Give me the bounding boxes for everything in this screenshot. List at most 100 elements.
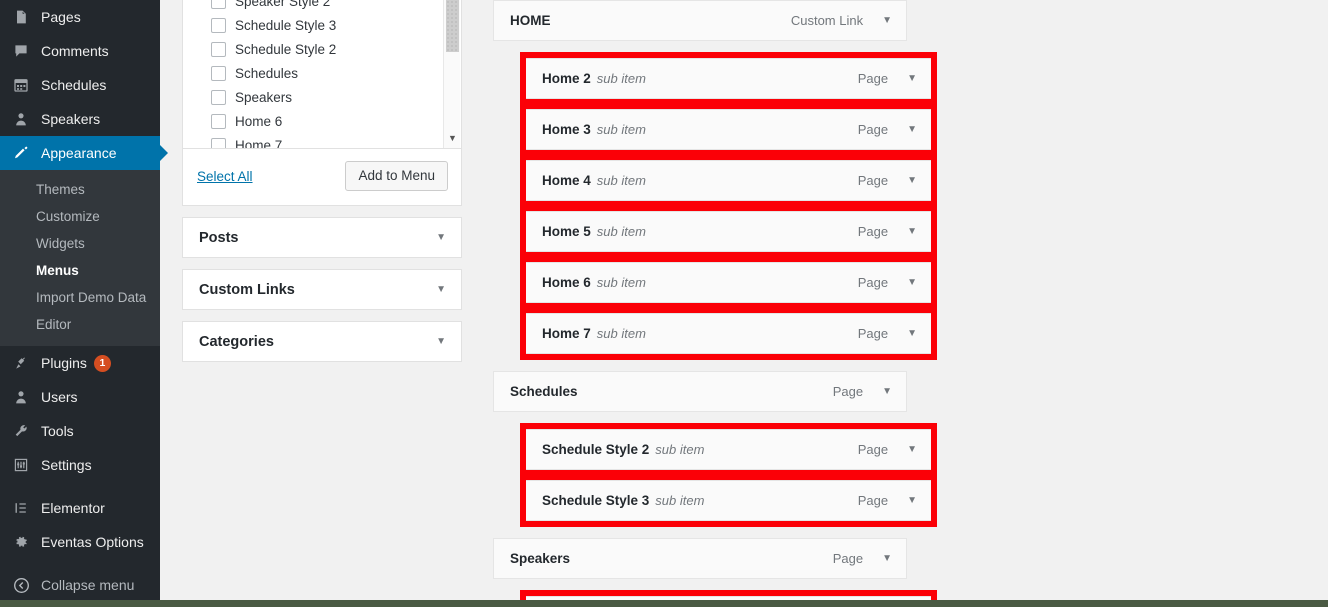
checkbox-label: Schedules — [235, 66, 298, 81]
chevron-down-icon[interactable]: ▼ — [907, 444, 917, 455]
page-checkbox-row[interactable]: Home 6 — [183, 109, 461, 133]
checkbox[interactable] — [211, 18, 226, 33]
menu-group: SpeakersPage▼Speaker Style 2sub itemPage… — [493, 538, 1053, 607]
scroll-down-arrow-icon[interactable]: ▼ — [444, 134, 461, 143]
chevron-down-icon[interactable]: ▼ — [882, 553, 892, 564]
chevron-down-icon[interactable]: ▼ — [907, 124, 917, 135]
sidebar-item-users[interactable]: Users — [0, 380, 160, 414]
chevron-down-icon[interactable]: ▼ — [907, 495, 917, 506]
sidebar-item-elementor[interactable]: Elementor — [0, 491, 160, 525]
menu-item-meta: Page▼ — [858, 442, 917, 457]
gear-icon — [10, 532, 32, 552]
sidebar-item-pages[interactable]: Pages — [0, 0, 160, 34]
sidebar-subitem-customize[interactable]: Customize — [0, 203, 160, 230]
page-checkbox-row[interactable]: Speaker Style 2 — [183, 0, 461, 13]
menu-item-child[interactable]: Home 7sub itemPage▼ — [526, 313, 931, 354]
sidebar-item-comments[interactable]: Comments — [0, 34, 160, 68]
menu-item-parent[interactable]: SchedulesPage▼ — [493, 371, 907, 412]
menu-item-child[interactable]: Home 2sub itemPage▼ — [526, 58, 931, 99]
checkbox[interactable] — [211, 0, 226, 9]
menu-item-name: Home 2 — [542, 71, 591, 86]
list-scrollbar[interactable]: ▼ — [443, 0, 460, 149]
chevron-down-icon[interactable]: ▼ — [436, 336, 446, 347]
chevron-down-icon[interactable]: ▼ — [436, 232, 446, 243]
page-checkbox-list[interactable]: Speaker Style 2 Schedule Style 3 Schedule … — [183, 0, 461, 149]
checkbox[interactable] — [211, 114, 226, 129]
page-checkbox-row[interactable]: Speakers — [183, 85, 461, 109]
chevron-down-icon[interactable]: ▼ — [882, 15, 892, 26]
page-checkbox-rows: Speaker Style 2 Schedule Style 3 Schedule … — [183, 0, 461, 149]
sidebar-item-settings[interactable]: Settings — [0, 448, 160, 482]
menu-item-parent[interactable]: SpeakersPage▼ — [493, 538, 907, 579]
checkbox-label: Speaker Style 2 — [235, 0, 330, 9]
menu-item-title: Schedule Style 3sub item — [542, 493, 704, 508]
menu-item-child[interactable]: Home 5sub item Page▼ — [526, 211, 931, 252]
calendar-icon — [10, 75, 32, 95]
sidebar-item-label: Speakers — [41, 111, 100, 127]
sidebar-item-schedules[interactable]: Schedules — [0, 68, 160, 102]
collapse-menu-button[interactable]: Collapse menu — [0, 568, 160, 602]
sidebar-item-speakers[interactable]: Speakers — [0, 102, 160, 136]
menu-item-type: Custom Link — [791, 13, 863, 28]
page-checkbox-row[interactable]: Schedule Style 3 — [183, 13, 461, 37]
sidebar-subitem-editor[interactable]: Editor — [0, 311, 160, 338]
menu-structure-column: HOMECustom Link▼Home 2sub itemPage▼Home … — [493, 0, 1053, 607]
menu-item-meta: Page▼ — [858, 275, 917, 290]
add-to-menu-button[interactable]: Add to Menu — [345, 161, 448, 191]
chevron-down-icon[interactable]: ▼ — [882, 386, 892, 397]
page-checkbox-row[interactable]: Schedules — [183, 61, 461, 85]
menu-item-child[interactable]: Schedule Style 2sub itemPage▼ — [526, 429, 931, 470]
sidebar-subitem-menus[interactable]: Menus — [0, 257, 160, 284]
sidebar-item-appearance[interactable]: Appearance — [0, 136, 160, 170]
menu-item-title: Home 5sub item — [542, 224, 646, 239]
menu-item-meta: Page▼ — [858, 493, 917, 508]
most-recent-pages-panel: Speaker Style 2 Schedule Style 3 Schedule … — [182, 0, 462, 206]
chevron-down-icon[interactable]: ▼ — [907, 175, 917, 186]
menu-item-name: Schedule Style 3 — [542, 493, 649, 508]
page-checkbox-row[interactable]: Schedule Style 2 — [183, 37, 461, 61]
chevron-down-icon[interactable]: ▼ — [907, 277, 917, 288]
checkbox[interactable] — [211, 90, 226, 105]
menu-item-name: Home 3 — [542, 122, 591, 137]
chevron-down-icon[interactable]: ▼ — [436, 284, 446, 295]
sub-item-tag: sub item — [597, 326, 646, 341]
menu-item-title: Home 3sub item — [542, 122, 646, 137]
sidebar-item-label: Elementor — [41, 500, 105, 516]
menu-item-title: Home 2sub item — [542, 71, 646, 86]
chevron-down-icon[interactable]: ▼ — [907, 226, 917, 237]
sidebar-item-label: Schedules — [41, 77, 106, 93]
sidebar-item-eventas-options[interactable]: Eventas Options — [0, 525, 160, 559]
accordion-label: Posts — [199, 230, 239, 246]
accordion-categories[interactable]: Categories▼ — [182, 321, 462, 362]
checkbox[interactable] — [211, 66, 226, 81]
menu-item-child[interactable]: Home 6sub itemPage▼ — [526, 262, 931, 303]
checkbox-label: Schedule Style 3 — [235, 18, 336, 33]
menu-item-parent[interactable]: HOMECustom Link▼ — [493, 0, 907, 41]
sidebar-subitem-themes[interactable]: Themes — [0, 176, 160, 203]
sidebar-item-tools[interactable]: Tools — [0, 414, 160, 448]
menu-item-meta: Custom Link ▼ — [791, 13, 892, 28]
checkbox[interactable] — [211, 42, 226, 57]
sidebar-subitem-import-demo-data[interactable]: Import Demo Data — [0, 284, 160, 311]
highlighted-sub-items-group: Home 2sub itemPage▼Home 3sub itemPage▼Ho… — [520, 52, 937, 360]
sidebar-item-plugins[interactable]: Plugins1 — [0, 346, 160, 380]
page-checkbox-row[interactable]: Home 7 — [183, 133, 461, 149]
sidebar-subitem-widgets[interactable]: Widgets — [0, 230, 160, 257]
checkbox-label: Speakers — [235, 90, 292, 105]
menu-item-child[interactable]: Home 3sub itemPage▼ — [526, 109, 931, 150]
menu-item-child[interactable]: Schedule Style 3sub item Page▼ — [526, 480, 931, 521]
bottom-strip — [0, 600, 1328, 607]
accordion-posts[interactable]: Posts ▼ — [182, 217, 462, 258]
accordion-custom-links[interactable]: Custom Links▼ — [182, 269, 462, 310]
menu-item-child[interactable]: Home 4sub itemPage▼ — [526, 160, 931, 201]
chevron-down-icon[interactable]: ▼ — [907, 328, 917, 339]
spacer — [493, 527, 1053, 538]
chevron-down-icon[interactable]: ▼ — [907, 73, 917, 84]
scrollbar-thumb[interactable] — [446, 0, 459, 52]
admin-sidebar: PagesComments Schedules Speakers Appearanc… — [0, 0, 160, 600]
select-all-link[interactable]: Select All — [197, 169, 253, 184]
wrench-icon — [10, 421, 32, 441]
sidebar-divider — [0, 482, 160, 491]
menu-item-meta: Page▼ — [858, 224, 917, 239]
checkbox[interactable] — [211, 138, 226, 150]
